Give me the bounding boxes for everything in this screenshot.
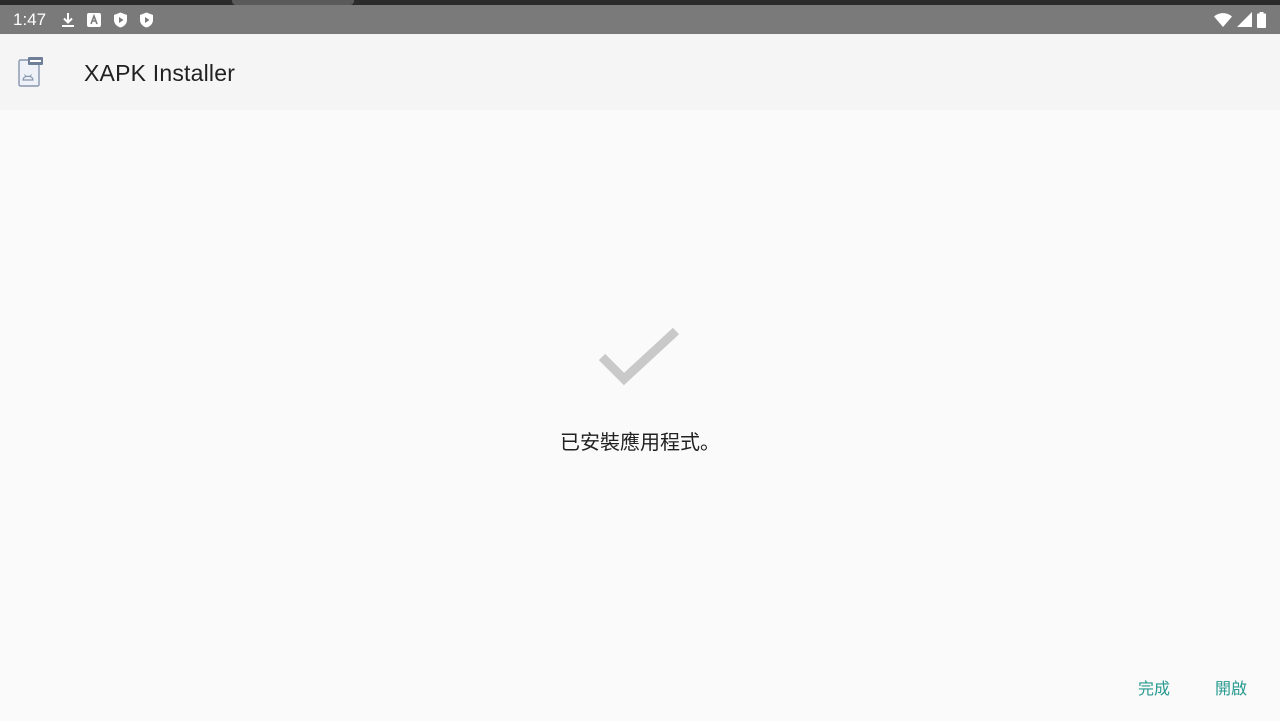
wifi-icon	[1214, 12, 1232, 28]
done-button[interactable]: 完成	[1134, 673, 1174, 705]
xapk-app-icon[interactable]	[17, 56, 45, 88]
checkmark-icon	[596, 327, 684, 393]
shield-play-icon	[112, 12, 128, 28]
app-bar: XAPK Installer	[0, 34, 1280, 110]
main-content: 已安裝應用程式。 完成 開啟	[0, 110, 1280, 721]
open-button[interactable]: 開啟	[1211, 673, 1251, 705]
download-icon	[60, 12, 76, 28]
status-bar-right	[1214, 5, 1266, 34]
status-bar-left: 1:47	[13, 5, 154, 34]
install-status-message: 已安裝應用程式。	[560, 430, 720, 454]
status-bar-notch	[232, 0, 354, 5]
a-badge-icon	[86, 12, 102, 28]
status-bar: 1:47	[0, 0, 1280, 34]
battery-icon	[1256, 11, 1266, 28]
app-title: XAPK Installer	[84, 60, 236, 86]
shield-play-icon-2	[138, 12, 154, 28]
cell-signal-icon	[1236, 12, 1252, 28]
status-time: 1:47	[13, 9, 47, 29]
status-bar-top-strip	[0, 0, 1280, 5]
